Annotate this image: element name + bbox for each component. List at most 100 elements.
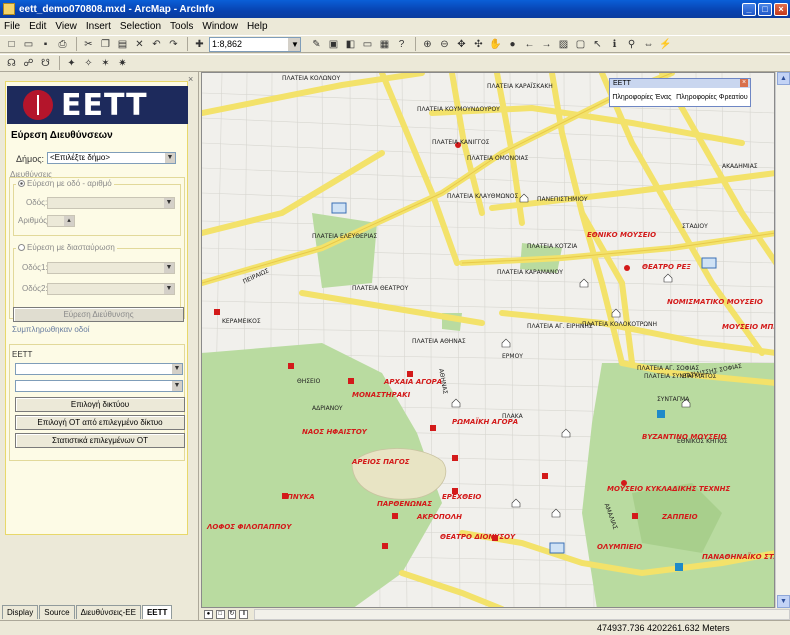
toolbar-separator (187, 37, 188, 51)
select-network-button[interactable]: Επιλογή δικτύου (15, 397, 185, 412)
scroll-down-icon[interactable]: ▼ (777, 595, 790, 608)
arithmos-label: Αριθμός: (18, 216, 50, 225)
pause-icon[interactable]: ‖ (239, 609, 249, 619)
custom-tool-1-icon[interactable]: ☊ (4, 56, 19, 70)
menu-window[interactable]: Window (202, 21, 238, 32)
by-cross-radio[interactable] (18, 244, 25, 252)
odos2-label: Οδός2: (22, 284, 48, 293)
editor-icon[interactable]: ✎ (309, 37, 324, 51)
menu-tools[interactable]: Tools (170, 21, 193, 32)
odos2-select[interactable]: ▼ (47, 283, 175, 295)
menu-file[interactable]: File (4, 21, 20, 32)
close-icon[interactable]: × (188, 75, 196, 84)
undo-icon[interactable]: ↶ (149, 37, 164, 51)
menu-help[interactable]: Help (247, 21, 268, 32)
maximize-button[interactable]: □ (758, 2, 772, 16)
help-pointer-icon[interactable]: ? (394, 37, 409, 51)
fixed-zoom-in-icon[interactable]: ✥ (454, 37, 469, 51)
poi-label: ΡΩΜΑΪΚΗ ΑΓΟΡΑ (452, 418, 519, 426)
measure-icon[interactable]: ⇔ (641, 37, 656, 51)
tab-display[interactable]: Display (2, 605, 39, 619)
map-label: ΠΛΑΤΕΙΑ ΑΘΗΝΑΣ (412, 338, 466, 345)
chevron-down-icon[interactable]: ▼ (172, 364, 182, 374)
fixed-zoom-out-icon[interactable]: ✣ (471, 37, 486, 51)
forward-extent-icon[interactable]: → (539, 37, 554, 51)
chevron-down-icon[interactable]: ▼ (172, 381, 182, 391)
map-scale-dropdown[interactable]: 1:8,862 ▼ (209, 36, 301, 52)
data-view-icon[interactable]: ● (204, 609, 213, 619)
search-address-button[interactable]: Εύρεση Διεύθυνσης (13, 307, 184, 322)
full-extent-icon[interactable]: ● (505, 37, 520, 51)
clear-selection-icon[interactable]: ▢ (573, 37, 588, 51)
minimize-button[interactable]: _ (742, 2, 756, 16)
statistics-button[interactable]: Στατιστικά επιλεγμένων ΟΤ (15, 433, 185, 448)
chevron-down-icon[interactable]: ▼ (164, 284, 174, 294)
cut-icon[interactable]: ✂ (81, 37, 96, 51)
redo-icon[interactable]: ↷ (166, 37, 181, 51)
poi-label: ΕΡΕΧΘΕΙΟ (442, 493, 482, 501)
paste-icon[interactable]: ▤ (115, 37, 130, 51)
print-icon[interactable]: ⎙ (55, 37, 70, 51)
menu-insert[interactable]: Insert (86, 21, 111, 32)
map-view[interactable]: ΠΛΑΤΕΙΑ ΚΟΛΩΝΟΥ ΠΛΑΤΕΙΑ ΚΑΡΑΪΣΚΑΚΗ ΠΛΑΤΕ… (201, 72, 775, 608)
tab-source[interactable]: Source (39, 605, 75, 619)
select-ot-button[interactable]: Επιλογή ΟΤ από επιλεγμένο δίκτυο (15, 415, 185, 430)
custom-tool-7-icon[interactable]: ✷ (115, 56, 130, 70)
odos1-select[interactable]: ▼ (47, 262, 175, 274)
chevron-down-icon[interactable]: ▼ (164, 198, 174, 208)
refresh-icon[interactable]: ↻ (227, 609, 237, 619)
chevron-down-icon[interactable]: ▼ (164, 263, 174, 273)
layout-view-icon[interactable]: □ (215, 609, 225, 619)
close-window-button[interactable]: × (774, 2, 788, 16)
select-features-icon[interactable]: ▨ (556, 37, 571, 51)
map-vertical-scrollbar[interactable]: ▲ ▼ (775, 72, 790, 608)
hyperlink-icon[interactable]: ⚡ (658, 37, 673, 51)
close-icon[interactable]: × (740, 79, 748, 87)
info-item-1-button[interactable]: Πληροφορίες Ένας (612, 94, 671, 101)
chevron-down-icon[interactable]: ▼ (288, 37, 300, 51)
menu-edit[interactable]: Edit (29, 21, 46, 32)
dimos-select[interactable]: <Επιλέξτε δήμο> ▼ (47, 152, 176, 164)
new-document-icon[interactable]: □ (4, 37, 19, 51)
chevron-down-icon[interactable]: ▼ (165, 153, 175, 163)
window-icon[interactable]: ▭ (360, 37, 375, 51)
map-horizontal-scrollbar[interactable] (254, 608, 790, 620)
zoom-in-icon[interactable]: ⊕ (420, 37, 435, 51)
dimos-label: Δήμος: (16, 154, 45, 164)
custom-tool-2-icon[interactable]: ☍ (21, 56, 36, 70)
add-data-icon[interactable]: ✚ (192, 37, 207, 51)
menu-view[interactable]: View (55, 21, 77, 32)
custom-tool-5-icon[interactable]: ✧ (81, 56, 96, 70)
arithmos-stepper[interactable]: ▴ (47, 215, 75, 227)
open-folder-icon[interactable]: ▭ (21, 37, 36, 51)
map-label: ΚΕΡΑΜΕΙΚΟΣ (222, 318, 261, 325)
menu-selection[interactable]: Selection (120, 21, 161, 32)
eett-select-2[interactable]: ▼ (15, 380, 183, 392)
command-line-icon[interactable]: ▦ (377, 37, 392, 51)
odos-select[interactable]: ▼ (47, 197, 175, 209)
eett-select-1[interactable]: ▼ (15, 363, 183, 375)
select-elements-icon[interactable]: ↖ (590, 37, 605, 51)
custom-tool-4-icon[interactable]: ✦ (64, 56, 79, 70)
zoom-out-icon[interactable]: ⊖ (437, 37, 452, 51)
arccatalog-icon[interactable]: ◧ (343, 37, 358, 51)
arctoolbox-icon[interactable]: ▣ (326, 37, 341, 51)
info-popup-body: Πληροφορίες Ένας Πληροφορίες Φρεατίου (610, 88, 750, 101)
custom-tool-6-icon[interactable]: ✶ (98, 56, 113, 70)
info-item-2-button[interactable]: Πληροφορίες Φρεατίου (676, 94, 748, 101)
identify-icon[interactable]: ℹ (607, 37, 622, 51)
tab-addresses[interactable]: Διευθύνσεις-ΕΕ (75, 605, 141, 619)
copy-icon[interactable]: ❐ (98, 37, 113, 51)
custom-tool-3-icon[interactable]: ☋ (38, 56, 53, 70)
save-icon[interactable]: ▪ (38, 37, 53, 51)
back-extent-icon[interactable]: ← (522, 37, 537, 51)
panel-tabs: Display Source Διευθύνσεις-ΕΕ ΕΕΤΤ (2, 605, 173, 619)
tab-eett[interactable]: ΕΕΤΤ (141, 605, 173, 619)
spin-icon[interactable]: ▴ (64, 216, 74, 226)
completed-streets-link[interactable]: Συμπληρωθηκαν οδοί (12, 325, 89, 334)
delete-icon[interactable]: ✕ (132, 37, 147, 51)
by-street-radio[interactable] (18, 180, 25, 188)
pan-icon[interactable]: ✋ (488, 37, 503, 51)
scroll-up-icon[interactable]: ▲ (777, 72, 790, 85)
find-icon[interactable]: ⚲ (624, 37, 639, 51)
